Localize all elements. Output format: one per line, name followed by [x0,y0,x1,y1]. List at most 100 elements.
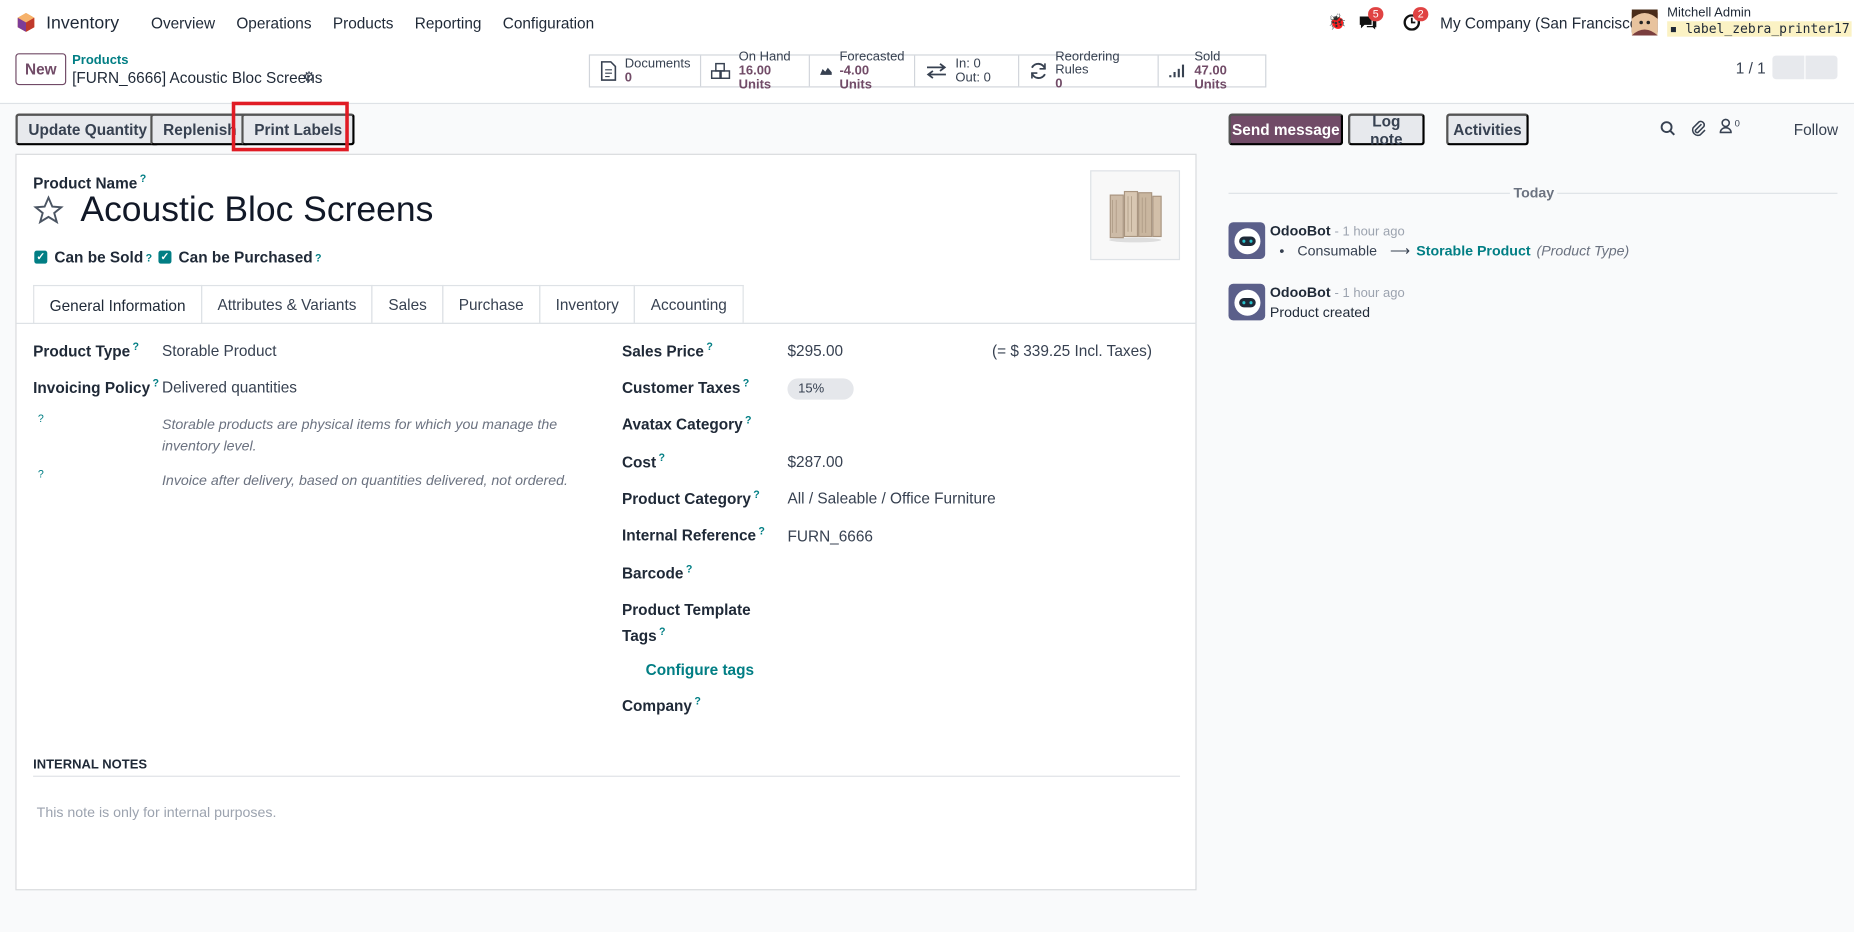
product-image[interactable] [1090,170,1181,261]
messages-icon[interactable]: 5 [1359,7,1384,34]
sold-smart-button[interactable]: Sold 47.00 Units [1159,50,1265,92]
help-icon[interactable]: ? [133,341,140,353]
menu-reporting[interactable]: Reporting [404,14,492,32]
customer-tax-tag[interactable]: 15% [787,378,854,400]
gear-icon[interactable]: ⚙ [303,69,316,86]
debug-bug-icon[interactable]: 🐞 [1328,13,1347,32]
forecasted-smart-button[interactable]: Forecasted -4.00 Units [810,50,916,92]
area-chart-icon [820,67,832,75]
customer-taxes-label-text: Customer Taxes [621,378,741,397]
cost-label-text: Cost [621,453,657,471]
tab-sales[interactable]: Sales [371,284,444,323]
update-quantity-button[interactable]: Update Quantity [15,113,161,146]
app-name[interactable]: Inventory [46,12,119,32]
pager-previous-button[interactable] [1772,55,1805,80]
odoobot-avatar[interactable] [1228,222,1266,259]
product-type-help-text: Storable products are physical items for… [161,416,558,455]
product-category-field[interactable]: All / Saleable / Office Furniture [787,490,995,508]
barcode-label-text: Barcode [621,564,684,583]
reordering-rules-value: 0 [1055,76,1063,92]
message-author[interactable]: OdooBot [1270,284,1331,301]
internal-reference-field[interactable]: FURN_6666 [787,527,872,545]
cubes-icon [710,62,731,79]
reordering-rules-smart-button[interactable]: Reordering Rules 0 [1019,50,1159,91]
odoobot-avatar[interactable] [1228,283,1266,321]
price-incl-taxes: (= $ 339.25 Incl. Taxes) [992,341,1152,360]
help-icon[interactable]: ? [694,695,701,707]
tab-general-information[interactable]: General Information [33,284,203,324]
sales-price-field[interactable]: $295.00 [787,342,843,360]
invoicing-policy-label: Invoicing Policy? [33,377,159,396]
tab-accounting[interactable]: Accounting [634,284,744,323]
help-icon[interactable]: ? [753,488,760,500]
help-icon[interactable]: ? [686,563,693,575]
help-icon[interactable]: ? [658,452,665,464]
user-avatar[interactable] [1631,9,1658,36]
product-name-input[interactable]: Acoustic Bloc Screens [80,190,433,230]
log-note-button[interactable]: Log note [1347,112,1425,147]
in-out-smart-button[interactable]: In: 0 Out: 0 [915,55,1020,87]
tracking-new-value: Storable Product [1416,242,1531,259]
product-type-field[interactable]: Storable Product [162,342,277,360]
new-button[interactable]: New [15,53,67,86]
tab-inventory[interactable]: Inventory [539,284,636,323]
company-switcher[interactable]: My Company (San Francisco) [1440,14,1643,32]
tab-purchase[interactable]: Purchase [442,284,541,323]
help-icon[interactable]: ? [745,414,752,426]
breadcrumb-products[interactable]: Products [72,53,128,67]
menu-overview[interactable]: Overview [140,14,225,32]
help-icon[interactable]: ? [146,251,153,263]
favorite-star-icon[interactable] [33,195,64,226]
help-icon[interactable]: ? [140,173,147,185]
internal-reference-label: Internal Reference? [622,525,765,544]
acoustic-screen-image [1109,190,1162,243]
tracking-value: • Consumable ⟶ Storable Product (Product… [1279,242,1629,259]
app-logo-icon[interactable] [17,13,36,32]
in-count: In: 0 [955,56,981,71]
can-be-sold-label: Can be Sold [54,248,144,267]
barcode-label: Barcode? [622,563,692,582]
message-author[interactable]: OdooBot [1270,222,1331,239]
activities-clock-icon[interactable]: 2 [1403,7,1429,34]
today-label: Today [1509,184,1558,202]
on-hand-value: 16.00 Units [738,63,772,92]
help-icon[interactable]: ? [38,413,44,425]
out-count: Out: 0 [955,70,991,85]
help-icon[interactable]: ? [706,341,713,353]
followers-button[interactable]: 0 [1719,118,1740,134]
internal-notes-input[interactable]: This note is only for internal purposes. [37,804,277,821]
document-icon [600,61,617,81]
menu-operations[interactable]: Operations [226,14,322,32]
can-be-purchased-checkbox[interactable]: ✓ Can be Purchased? [158,248,322,267]
cost-field[interactable]: $287.00 [787,453,843,471]
menu-configuration[interactable]: Configuration [492,14,605,32]
send-message-button[interactable]: Send message [1228,113,1344,146]
can-be-sold-checkbox[interactable]: ✓ Can be Sold? [34,248,152,266]
invoicing-policy-field[interactable]: Delivered quantities [162,378,297,396]
search-icon[interactable] [1660,121,1675,136]
pager-next-button[interactable] [1805,55,1838,80]
invoicing-policy-label-text: Invoicing Policy [33,378,151,397]
help-icon[interactable]: ? [743,377,750,389]
forecasted-title: Forecasted [839,49,905,64]
help-icon[interactable]: ? [38,468,44,480]
internal-notes-title: INTERNAL NOTES [33,757,148,773]
help-icon[interactable]: ? [152,377,159,389]
internal-reference-label-text: Internal Reference [621,526,757,545]
menu-products[interactable]: Products [322,14,404,32]
help-icon[interactable]: ? [758,525,765,537]
can-be-purchased-label: Can be Purchased [178,248,313,267]
documents-smart-button[interactable]: Documents 0 [590,55,702,87]
help-icon[interactable]: ? [659,625,666,637]
on-hand-smart-button[interactable]: On Hand 16.00 Units [701,50,810,92]
checkbox-checked-icon: ✓ [34,250,48,264]
user-name[interactable]: Mitchell Admin [1667,6,1751,20]
help-icon[interactable]: ? [315,251,322,263]
pager-value[interactable]: 1 / 1 [1736,59,1766,77]
follow-button[interactable]: Follow [1794,121,1838,139]
activities-button[interactable]: Activities [1446,113,1529,146]
paperclip-icon[interactable] [1690,119,1707,137]
tab-attributes-variants[interactable]: Attributes & Variants [200,284,373,323]
highlight-box [231,101,349,152]
configure-tags-link[interactable]: Configure tags [646,661,754,679]
